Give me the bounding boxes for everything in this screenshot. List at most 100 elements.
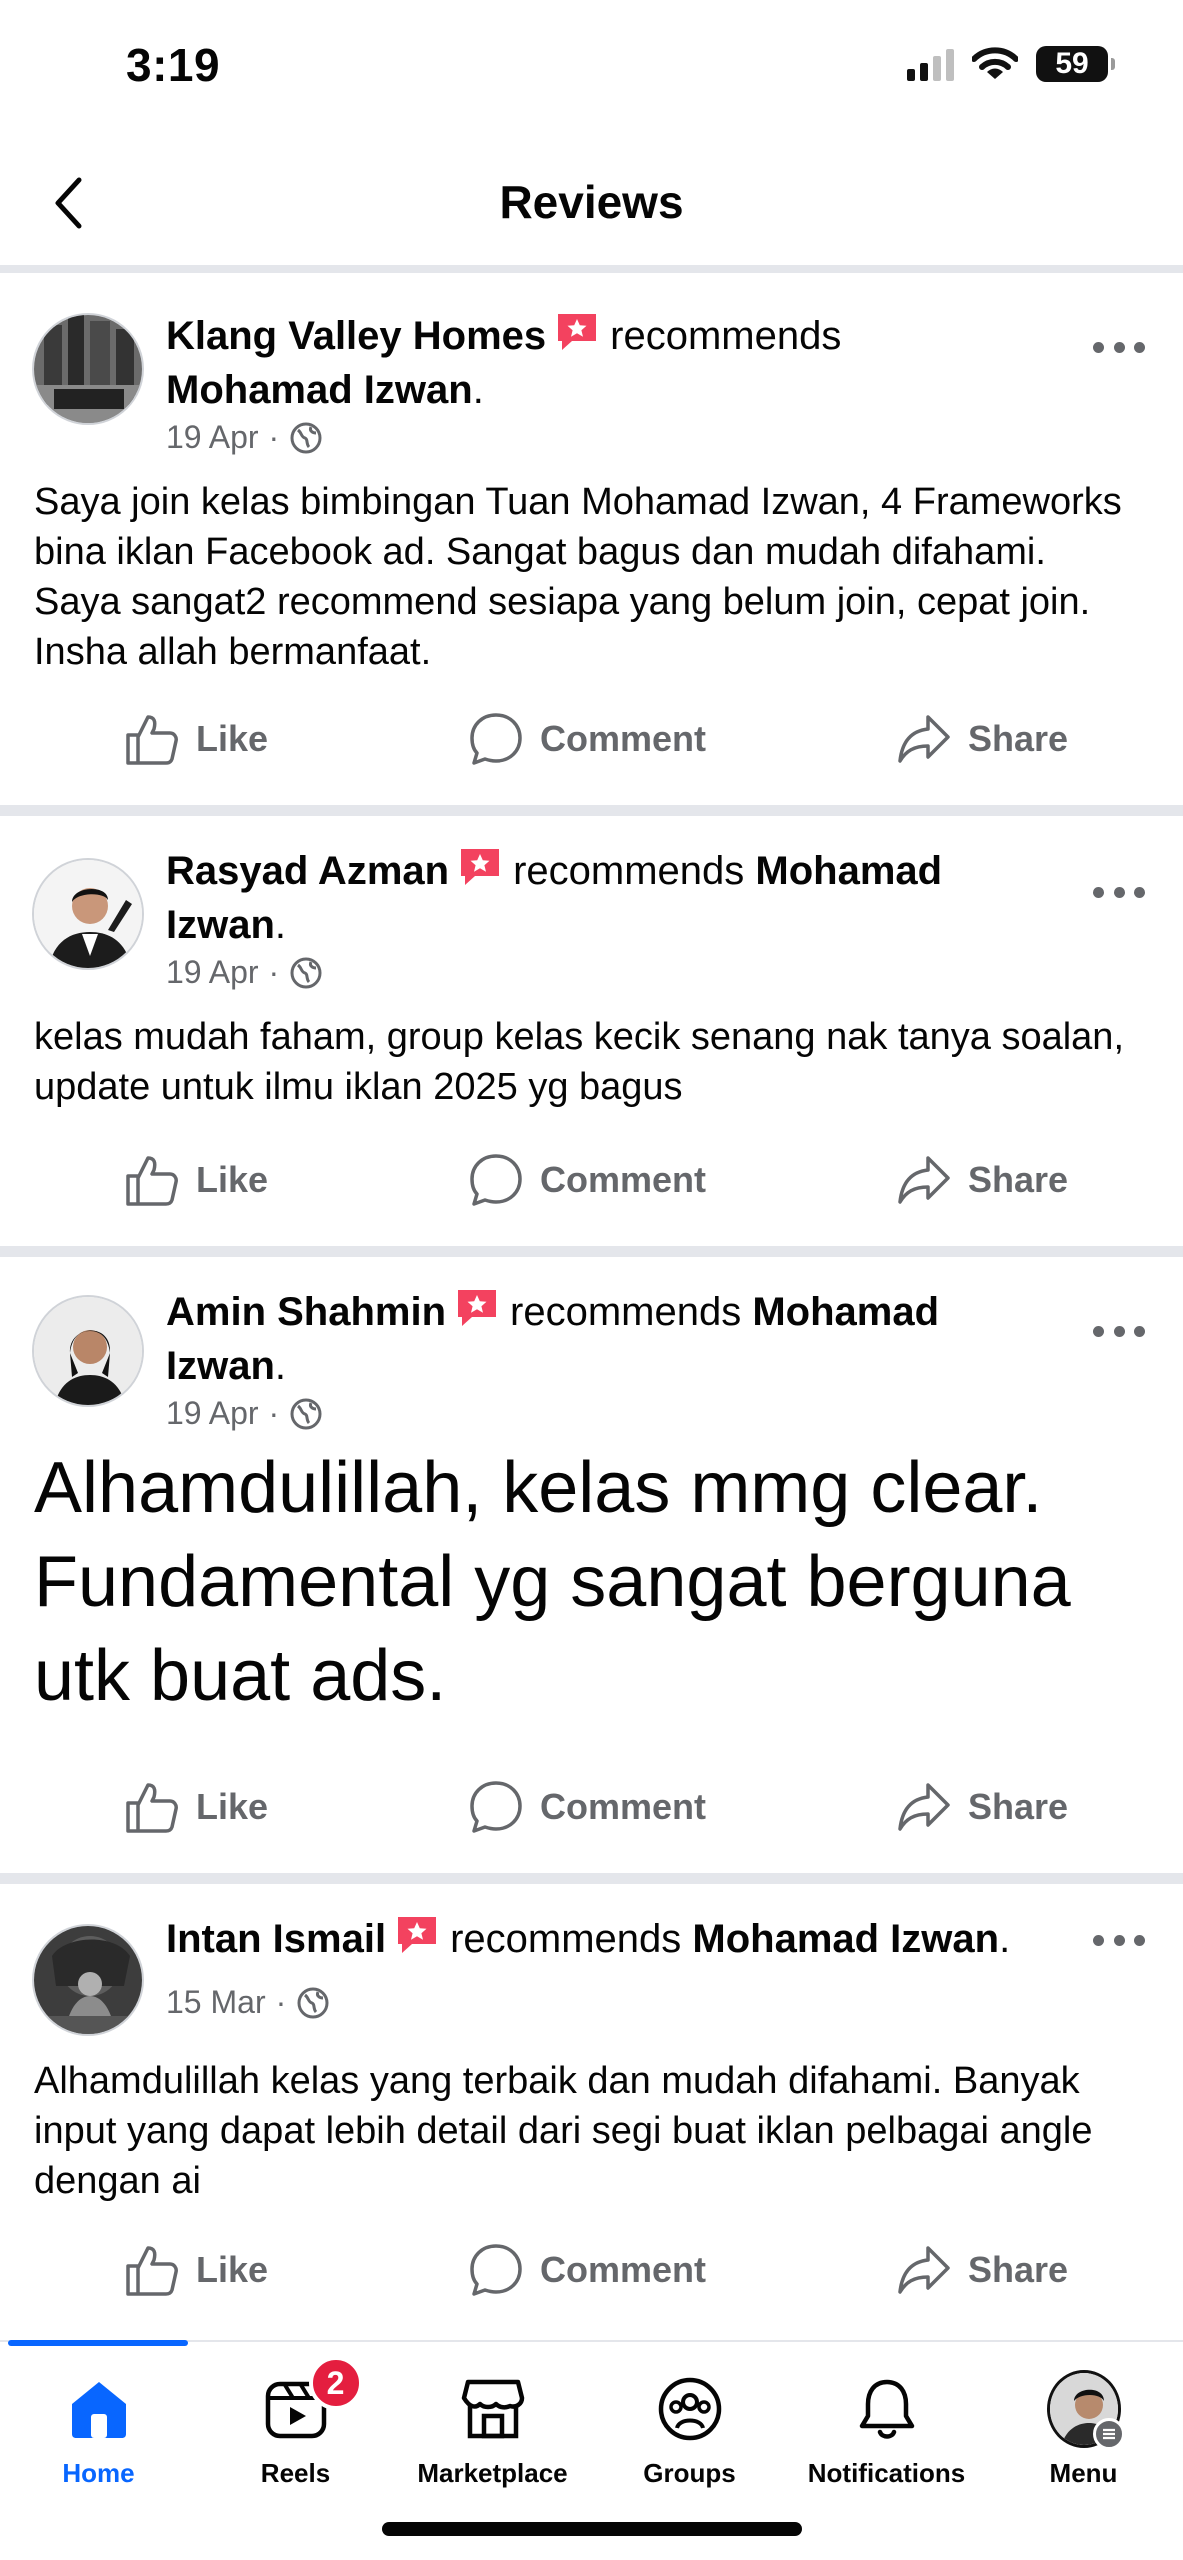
like-button[interactable]: Like — [124, 711, 268, 767]
tab-marketplace-label: Marketplace — [417, 2458, 568, 2488]
meta-separator: · — [275, 1984, 287, 2020]
meta-separator: · — [268, 954, 280, 990]
more-options-button[interactable] — [1093, 882, 1145, 902]
meta-separator: · — [268, 1395, 280, 1431]
tab-groups-label: Groups — [643, 2458, 736, 2488]
like-label: Like — [196, 1786, 269, 1827]
post-header: Rasyad Azman recommends Mohamad Izwan. — [166, 844, 1063, 952]
comment-label: Comment — [540, 1786, 707, 1827]
post-meta: 19 Apr · — [166, 1395, 323, 1432]
more-options-button[interactable] — [1093, 1321, 1145, 1341]
comment-button[interactable]: Comment — [468, 1152, 706, 1208]
comment-button[interactable]: Comment — [468, 2242, 706, 2298]
like-label: Like — [196, 2249, 269, 2290]
period: . — [472, 368, 484, 412]
post-header: Intan Ismail recommends Mohamad Izwan. — [166, 1912, 1113, 1966]
share-label: Share — [968, 718, 1069, 759]
recommended-page[interactable]: Mohamad Izwan — [692, 1917, 999, 1961]
thumbs-up-icon — [126, 1783, 178, 1833]
review-text: Alhamdulillah, kelas mmg clear. Fundamen… — [34, 1448, 1071, 1716]
like-button[interactable]: Like — [124, 1779, 268, 1835]
tab-notifications-label: Notifications — [807, 2458, 966, 2488]
recommends-text: recommends — [513, 849, 745, 893]
comment-label: Comment — [540, 1159, 707, 1200]
comment-label: Comment — [540, 718, 707, 759]
review-text: kelas mudah faham, group kelas kecik sen… — [34, 1016, 1124, 1108]
recommend-icon — [458, 1290, 497, 1326]
post-header: Amin Shahmin recommends Mohamad Izwan. — [166, 1285, 1063, 1393]
post-header: Klang Valley Homes recommends Mohamad Izw… — [166, 309, 1063, 417]
post-meta: 19 Apr · — [166, 419, 323, 456]
tab-notifications[interactable]: Notifications — [788, 2372, 985, 2489]
battery-icon: 59 — [1036, 46, 1115, 82]
avatar[interactable] — [32, 858, 144, 970]
meta-separator: · — [268, 419, 280, 455]
avatar[interactable] — [32, 1295, 144, 1407]
groups-icon — [653, 2372, 727, 2446]
status-time: 3:19 — [126, 39, 221, 91]
tab-marketplace[interactable]: Marketplace — [394, 2372, 591, 2489]
comment-icon — [470, 713, 522, 765]
post-actions: Like Comment Share — [0, 1779, 1183, 1859]
comment-button[interactable]: Comment — [468, 1779, 706, 1835]
thumbs-up-icon — [126, 1156, 178, 1206]
share-label: Share — [968, 1786, 1069, 1827]
status-icons: 59 — [907, 46, 1115, 82]
avatar[interactable] — [32, 313, 144, 425]
recommended-page[interactable]: Mohamad Izwan — [166, 368, 473, 412]
tab-reels-label: Reels — [260, 2458, 331, 2488]
share-button[interactable]: Share — [896, 1779, 1068, 1835]
reels-icon: 2 — [259, 2356, 363, 2446]
author-name[interactable]: Amin Shahmin — [166, 1290, 446, 1334]
recommends-text: recommends — [610, 314, 842, 358]
review-text: Alhamdulillah kelas yang terbaik dan mud… — [34, 2060, 1093, 2202]
share-icon — [898, 715, 950, 763]
author-name[interactable]: Rasyad Azman — [166, 849, 449, 893]
comment-icon — [470, 2244, 522, 2296]
author-name[interactable]: Klang Valley Homes — [166, 314, 546, 358]
share-icon — [898, 2246, 950, 2294]
recommend-icon — [461, 849, 500, 885]
post-date[interactable]: 19 Apr — [166, 954, 259, 991]
review-post: Intan Ismail recommends Mohamad Izwan. 15… — [0, 1884, 1183, 2344]
recommends-text: recommends — [450, 1917, 682, 1961]
tab-reels[interactable]: 2 Reels — [197, 2356, 394, 2489]
post-date[interactable]: 19 Apr — [166, 1395, 259, 1432]
share-button[interactable]: Share — [896, 2242, 1068, 2298]
like-button[interactable]: Like — [124, 1152, 268, 1208]
home-indicator[interactable] — [382, 2522, 802, 2536]
period: . — [999, 1917, 1011, 1961]
wifi-icon — [972, 47, 1018, 79]
globe-icon — [290, 422, 322, 453]
comment-icon — [470, 1781, 522, 1833]
tab-home[interactable]: Home — [0, 2372, 197, 2489]
share-label: Share — [968, 1159, 1069, 1200]
like-label: Like — [196, 718, 269, 759]
tab-menu[interactable]: Menu — [985, 2370, 1182, 2489]
comment-icon — [470, 1154, 522, 1206]
like-button[interactable]: Like — [124, 2242, 268, 2298]
home-icon — [62, 2372, 136, 2446]
tab-groups[interactable]: Groups — [591, 2372, 788, 2489]
share-button[interactable]: Share — [896, 1152, 1068, 1208]
comment-label: Comment — [540, 2249, 707, 2290]
author-name[interactable]: Intan Ismail — [166, 1917, 386, 1961]
status-bar: 3:19 59 — [0, 0, 1183, 135]
post-date[interactable]: 15 Mar — [166, 1984, 266, 2021]
more-options-button[interactable] — [1093, 1930, 1145, 1950]
avatar[interactable] — [32, 1924, 144, 2036]
review-post: Klang Valley Homes recommends Mohamad Izw… — [0, 281, 1183, 816]
globe-icon — [297, 1987, 329, 2018]
comment-button[interactable]: Comment — [468, 711, 706, 767]
share-button[interactable]: Share — [896, 711, 1068, 767]
recommends-text: recommends — [510, 1290, 742, 1334]
more-options-button[interactable] — [1093, 337, 1145, 357]
share-label: Share — [968, 2249, 1069, 2290]
post-date[interactable]: 19 Apr — [166, 419, 259, 456]
recommend-icon — [398, 1917, 437, 1953]
globe-icon — [290, 1398, 322, 1429]
recommend-icon — [558, 314, 597, 350]
like-label: Like — [196, 1159, 269, 1200]
tab-home-label: Home — [62, 2458, 135, 2488]
review-text: Saya join kelas bimbingan Tuan Mohamad I… — [34, 481, 1122, 673]
